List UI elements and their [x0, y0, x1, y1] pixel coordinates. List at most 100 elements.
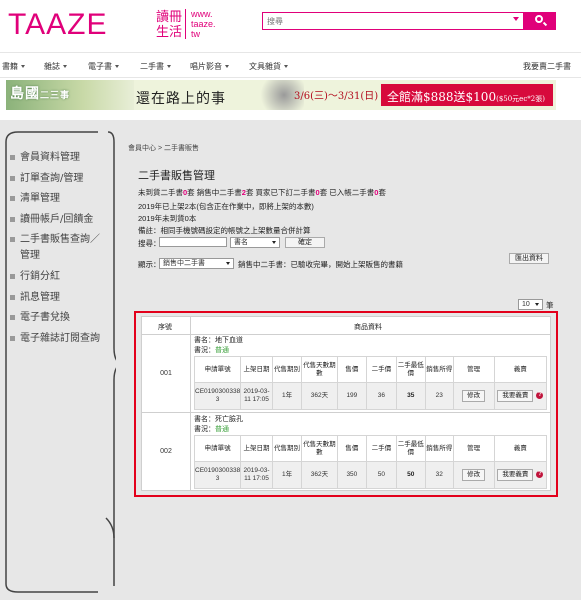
min-price: 50 — [395, 461, 427, 489]
sell-used-books-link[interactable]: 我要賣二手書 — [523, 61, 571, 72]
bullet-icon — [10, 216, 15, 222]
per-page-unit: 筆 — [546, 301, 554, 310]
search-box — [262, 12, 524, 30]
banner-subtitle: 還在路上的事 — [136, 91, 226, 107]
nav-item-books[interactable]: 書籍 — [2, 61, 25, 72]
book-title: 死亡臉孔 — [215, 416, 243, 423]
sidebar-item-account[interactable]: 讀冊帳戶/回饋金 — [10, 212, 108, 228]
nav-item-used-books[interactable]: 二手書 — [140, 61, 171, 72]
search-button[interactable] — [524, 12, 556, 30]
breadcrumb[interactable]: 會員中心 > 二手書販售 — [128, 143, 199, 153]
brand-url: www. taaze. tw — [191, 9, 216, 39]
table-row: 申請單號 上架日期 代售期別 代售天數期數 售價 二手價 二手最低價 銷售所得 … — [193, 356, 548, 410]
sidebar-item-lists[interactable]: 清單管理 — [10, 191, 108, 207]
charity-sale-button[interactable]: 我要義賣 — [497, 469, 534, 481]
edit-button[interactable]: 修改 — [462, 469, 486, 481]
period: 1年 — [271, 461, 303, 489]
sidebar-item-messages[interactable]: 訊息管理 — [10, 290, 108, 306]
export-button[interactable]: 匯出資料 — [509, 253, 549, 264]
bullet-icon — [10, 196, 15, 202]
chevron-down-icon — [225, 65, 229, 69]
income: 23 — [425, 382, 454, 410]
used-price: 50 — [366, 461, 397, 489]
bullet-icon — [10, 294, 15, 300]
row-number: 001 — [160, 370, 172, 377]
min-price: 35 — [395, 382, 427, 410]
display-label: 顯示： — [138, 260, 161, 269]
note-text: 備註：相同手機號碼設定的帳號之上架數量合併計算 — [138, 226, 311, 235]
status-summary: 未到貨二手書0套 銷售中二手書2套 買家已下訂二手書0套 已入帳二手書0套 — [138, 188, 386, 197]
book-condition: 普通 — [215, 347, 229, 354]
order-number: CE0190300338 3 — [193, 461, 242, 489]
search-icon — [535, 15, 543, 23]
sidebar-item-ebook-redeem[interactable]: 電子書兌換 — [10, 310, 108, 326]
table-header: 序號 商品資料 — [142, 317, 550, 335]
chevron-down-icon — [272, 241, 276, 244]
search-label: 搜尋： — [138, 239, 161, 248]
item-info: 書名：死亡臉孔 書況：普通 — [194, 416, 243, 433]
banner-promo: 全館滿$888送$100($50元ec*2張) — [381, 84, 553, 106]
chevron-down-icon — [63, 65, 67, 69]
chevron-down-icon — [284, 65, 288, 69]
chevron-down-icon — [226, 262, 230, 265]
listed-date: 2019-03-11 17:05 — [240, 382, 273, 410]
period: 1年 — [271, 382, 303, 410]
nav-item-magazines[interactable]: 雜誌 — [44, 61, 67, 72]
help-icon[interactable]: ? — [536, 391, 544, 399]
search-field-select[interactable]: 書名 — [230, 237, 280, 248]
col-header-info: 商品資料 — [354, 324, 382, 331]
price: 199 — [336, 382, 368, 410]
search-input[interactable] — [267, 15, 505, 27]
nav-item-stationery[interactable]: 文具雜貨 — [249, 61, 288, 72]
keyword-input[interactable] — [159, 237, 227, 247]
promo-banner[interactable]: 島國二三事 還在路上的事 3/6(三)～3/31(日) 全館滿$888送$100… — [6, 80, 556, 110]
row-number: 002 — [160, 448, 172, 455]
site-header: TAAZE 讀冊 生活 www. taaze. tw — [0, 0, 581, 52]
sidebar-item-member-info[interactable]: 會員資料管理 — [10, 150, 108, 166]
main-nav: 書籍 雜誌 電子書 二手書 唱片影音 文具雜貨 我要賣二手書 — [0, 52, 581, 78]
confirm-button[interactable]: 確定 — [285, 237, 325, 248]
brand-chinese-name: 讀冊 生活 — [156, 9, 186, 39]
chevron-down-icon — [21, 65, 25, 69]
listed-date: 2019-03-11 17:05 — [240, 461, 273, 489]
display-note: 銷售中二手書：已驗收完畢，開始上架販售的書籍 — [238, 260, 403, 269]
listed-count-2019: 2019年已上架2本(包含正在作業中，即將上架的本數) — [138, 202, 314, 211]
bullet-icon — [10, 175, 15, 181]
sidebar-item-orders[interactable]: 訂單查詢/管理 — [10, 171, 108, 187]
nav-item-ebooks[interactable]: 電子書 — [88, 61, 119, 72]
chevron-down-icon — [535, 303, 539, 306]
sidebar-item-emagazine[interactable]: 電子雜誌訂閱查詢 — [10, 331, 108, 347]
edit-button[interactable]: 修改 — [462, 390, 486, 402]
taaze-logo[interactable]: TAAZE — [8, 8, 107, 42]
per-page-select[interactable]: 10 — [518, 299, 543, 310]
help-icon[interactable]: ? — [536, 470, 544, 478]
bullet-icon — [10, 273, 15, 279]
page-title: 二手書販售管理 — [138, 169, 215, 182]
sidebar-item-used-book-sales[interactable]: 二手書販售查詢／管理 — [10, 232, 108, 264]
col-header-no: 序號 — [158, 324, 172, 331]
sidebar-menu: 會員資料管理 訂單查詢/管理 清單管理 讀冊帳戶/回饋金 二手書販售查詢／管理 … — [10, 150, 108, 351]
days: 362天 — [301, 382, 338, 410]
used-price: 36 — [366, 382, 397, 410]
charity-sale-button[interactable]: 我要義賣 — [497, 390, 534, 402]
chevron-down-icon — [115, 65, 119, 69]
nav-item-music-video[interactable]: 唱片影音 — [190, 61, 229, 72]
book-title: 地下血道 — [215, 337, 243, 344]
banner-date: 3/6(三)～3/31(日) — [294, 91, 379, 102]
bullet-icon — [10, 155, 15, 160]
book-condition: 普通 — [215, 426, 229, 433]
bullet-icon — [10, 237, 15, 243]
bullet-icon — [10, 315, 15, 321]
search-scope-dropdown-icon[interactable] — [513, 17, 519, 21]
banner-title: 島國二三事 — [10, 86, 71, 102]
order-number: CE0190300338 3 — [193, 382, 242, 410]
chevron-down-icon — [167, 65, 171, 69]
sidebar-item-affiliate[interactable]: 行銷分紅 — [10, 269, 108, 285]
table-row: 申請單號 上架日期 代售期別 代售天數期數 售價 二手價 二手最低價 銷售所得 … — [193, 435, 548, 489]
display-filter-select[interactable]: 銷售中二手書 — [159, 258, 234, 269]
results-table: 序號 商品資料 001 書名：地下血道 書況：普通 申請單號 上架日期 代售期別… — [141, 316, 551, 491]
income: 32 — [425, 461, 454, 489]
price: 350 — [336, 461, 368, 489]
item-info: 書名：地下血道 書況：普通 — [194, 337, 243, 354]
days: 362天 — [301, 461, 338, 489]
